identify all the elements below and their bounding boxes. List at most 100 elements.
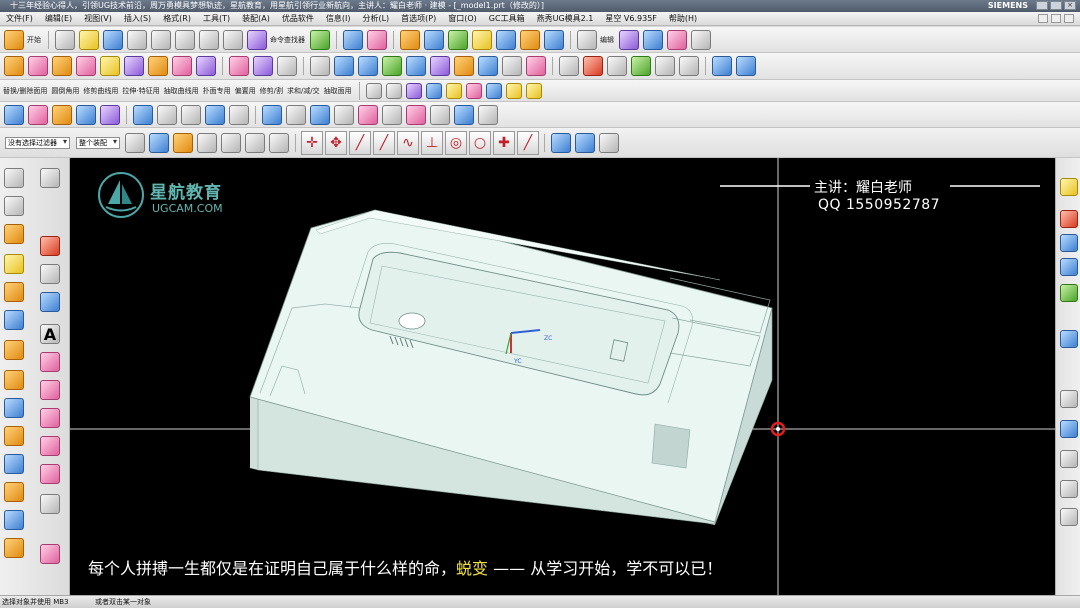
- assembly-icon[interactable]: [448, 29, 468, 50]
- resource-web-icon[interactable]: [1060, 330, 1078, 348]
- offset-icon[interactable]: [4, 454, 24, 474]
- tool-offset[interactable]: 偏置用: [235, 86, 256, 96]
- type-filter-select[interactable]: 没有选择过滤器: [5, 136, 70, 149]
- 3d-cube-icon[interactable]: [575, 132, 595, 153]
- trim-icon[interactable]: [40, 544, 60, 564]
- refresh-icon[interactable]: [310, 29, 330, 50]
- material-icon[interactable]: [631, 56, 651, 76]
- resource-palette2-icon[interactable]: [1060, 450, 1078, 468]
- shade-icon[interactable]: [607, 56, 627, 76]
- tool-extract-curve[interactable]: 抽取曲线用: [164, 86, 199, 96]
- curve-icon[interactable]: [667, 29, 687, 50]
- edit-icon[interactable]: [577, 29, 597, 50]
- doc-minimize-button[interactable]: [1038, 14, 1048, 23]
- datum-icon[interactable]: [4, 104, 24, 125]
- menu-edit[interactable]: 编辑(E): [39, 12, 78, 25]
- paste-icon[interactable]: [175, 29, 195, 50]
- unite-icon[interactable]: [229, 56, 249, 76]
- resource-chart-icon[interactable]: [1060, 178, 1078, 196]
- split-body-icon[interactable]: [334, 56, 354, 76]
- studio-icon[interactable]: [205, 104, 225, 125]
- midsurface-icon[interactable]: [430, 104, 450, 125]
- pattern-icon[interactable]: [4, 398, 24, 418]
- mold-icon[interactable]: [496, 29, 516, 50]
- frame-icon[interactable]: [4, 196, 24, 216]
- component-icon[interactable]: [472, 29, 492, 50]
- resource-roles-icon[interactable]: [1060, 390, 1078, 408]
- intersect-icon[interactable]: [277, 56, 297, 76]
- cone-icon[interactable]: [52, 56, 72, 76]
- cube-orange-icon[interactable]: [4, 224, 24, 244]
- thicken-icon[interactable]: [406, 56, 426, 76]
- redo-icon[interactable]: [223, 29, 243, 50]
- block-icon[interactable]: [520, 29, 540, 50]
- maximize-button[interactable]: [1050, 1, 1062, 10]
- book-icon[interactable]: [400, 29, 420, 50]
- orient-icon[interactable]: [583, 56, 603, 76]
- swept-icon[interactable]: [358, 104, 378, 125]
- extrude-icon[interactable]: [100, 56, 120, 76]
- snap-line-icon[interactable]: ╱: [349, 130, 371, 155]
- cube-icon[interactable]: [4, 56, 24, 76]
- list-icon[interactable]: [385, 82, 402, 99]
- transform-icon[interactable]: [405, 82, 422, 99]
- snap-circle-icon[interactable]: ○: [469, 130, 491, 155]
- nsided-icon[interactable]: [382, 104, 402, 125]
- sheet-icon[interactable]: [643, 29, 663, 50]
- assembly-scope-select[interactable]: 整个装配: [76, 136, 120, 149]
- menu-yanxiu[interactable]: 燕秀UG模具2.1: [531, 12, 600, 25]
- part-navigator-icon[interactable]: [4, 168, 24, 188]
- snap-move-icon[interactable]: ✥: [325, 130, 347, 155]
- chamfer-icon[interactable]: [478, 56, 498, 76]
- box-select-icon[interactable]: [245, 132, 265, 153]
- blend-icon[interactable]: [4, 538, 24, 558]
- plane-icon[interactable]: [619, 29, 639, 50]
- heart-outline-icon[interactable]: [40, 380, 60, 400]
- sheet-body-icon[interactable]: [4, 310, 24, 330]
- shell-icon[interactable]: [502, 56, 522, 76]
- menu-insert[interactable]: 插入(S): [118, 12, 157, 25]
- thicken-icon[interactable]: [4, 482, 24, 502]
- copy-icon[interactable]: [151, 29, 171, 50]
- snap-center-icon[interactable]: ◎: [445, 130, 467, 155]
- sphere-icon[interactable]: [76, 56, 96, 76]
- resource-color-icon[interactable]: [1060, 210, 1078, 228]
- menu-gc-toolbox[interactable]: GC工具箱: [483, 12, 531, 25]
- sweep-icon[interactable]: [181, 104, 201, 125]
- menu-help[interactable]: 帮助(H): [663, 12, 703, 25]
- tool-patch-face[interactable]: 扑面专用: [203, 86, 231, 96]
- check-icon[interactable]: [478, 104, 498, 125]
- start-icon[interactable]: [4, 29, 24, 50]
- edit-label[interactable]: 编辑: [600, 35, 614, 45]
- pattern-icon[interactable]: [526, 56, 546, 76]
- menu-view[interactable]: 视图(V): [78, 12, 118, 25]
- undo-icon[interactable]: [199, 29, 219, 50]
- menu-file[interactable]: 文件(F): [0, 12, 39, 25]
- filter-icon[interactable]: [125, 132, 145, 153]
- arrow-icon[interactable]: [197, 132, 217, 153]
- sew-icon[interactable]: [286, 104, 306, 125]
- cut-icon[interactable]: [127, 29, 147, 50]
- analysis-icon[interactable]: [454, 104, 474, 125]
- snap-point-icon[interactable]: [173, 132, 193, 153]
- command-finder-label[interactable]: 命令查找器: [270, 35, 305, 45]
- spline-icon[interactable]: [40, 408, 60, 428]
- open-folder-icon[interactable]: [79, 29, 99, 50]
- move-icon[interactable]: [425, 82, 442, 99]
- join-icon[interactable]: [40, 494, 60, 514]
- tool-round-chamfer[interactable]: 圆倒角用: [51, 86, 79, 96]
- face-icon[interactable]: [133, 104, 153, 125]
- rectangle-tool-icon[interactable]: [40, 264, 60, 284]
- frame-icon[interactable]: [679, 56, 699, 76]
- play-icon[interactable]: [465, 82, 482, 99]
- resource-history-icon[interactable]: [1060, 258, 1078, 276]
- tool-extrude-feature[interactable]: 拉伸·特征用: [122, 86, 159, 96]
- tool-trim-split[interactable]: 修剪/割: [260, 86, 283, 96]
- replace-face-icon[interactable]: [382, 56, 402, 76]
- layer-icon[interactable]: [424, 29, 444, 50]
- resource-palette-icon[interactable]: [1060, 234, 1078, 252]
- bridge-curve-icon[interactable]: [40, 464, 60, 484]
- doc-close-button[interactable]: [1064, 14, 1074, 23]
- mesh-icon[interactable]: [157, 104, 177, 125]
- resource-bars-icon[interactable]: [1060, 284, 1078, 302]
